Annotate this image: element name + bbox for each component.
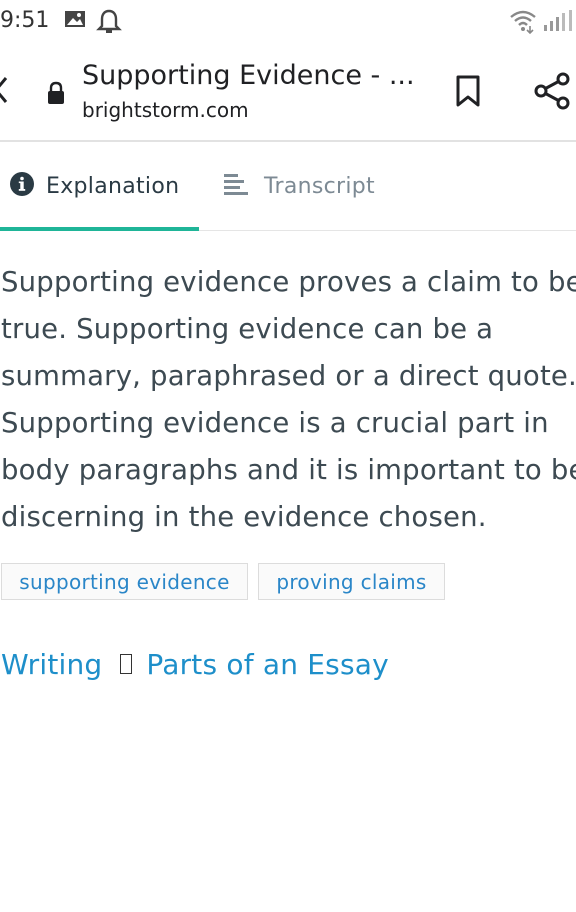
- explanation-text: Supporting evidence proves a claim to be…: [1, 259, 576, 541]
- text-line: Supporting evidence is a crucial part in: [1, 407, 549, 439]
- active-tab-indicator: [0, 227, 199, 231]
- tab-transcript[interactable]: Transcript: [210, 142, 410, 230]
- info-icon: [10, 172, 34, 200]
- share-icon[interactable]: [534, 72, 570, 114]
- signal-icon: [542, 8, 572, 36]
- text-line: Supporting evidence proves a claim to be: [1, 266, 576, 298]
- breadcrumb-parts-of-an-essay[interactable]: Parts of an Essay: [146, 648, 388, 681]
- tag-proving-claims[interactable]: proving claims: [258, 563, 445, 600]
- tab-explanation-label: Explanation: [46, 173, 180, 199]
- tab-explanation[interactable]: Explanation: [0, 142, 199, 231]
- breadcrumb-writing[interactable]: Writing: [1, 648, 102, 681]
- image-icon: [64, 8, 86, 34]
- status-bar: 9:51: [0, 0, 576, 44]
- page-domain[interactable]: brightstorm.com: [82, 98, 249, 122]
- bookmark-icon[interactable]: [455, 74, 481, 112]
- page-title[interactable]: Supporting Evidence - ...: [82, 60, 412, 91]
- tab-bar: Explanation Transcript: [0, 142, 576, 231]
- back-icon[interactable]: [0, 74, 8, 110]
- text-line: summary, paraphrased or a direct quote.: [1, 360, 576, 392]
- tag-supporting-evidence[interactable]: supporting evidence: [1, 563, 248, 600]
- tab-transcript-label: Transcript: [264, 173, 375, 199]
- chevron-right-icon: [120, 648, 133, 681]
- text-line: true. Supporting evidence can be a: [1, 313, 494, 345]
- status-time: 9:51: [0, 8, 50, 33]
- breadcrumb: Writing Parts of an Essay: [1, 648, 389, 681]
- browser-toolbar: Supporting Evidence - ... brightstorm.co…: [0, 44, 576, 142]
- text-line: body paragraphs and it is important to b…: [1, 454, 576, 486]
- bell-icon: [96, 8, 122, 40]
- lock-icon[interactable]: [46, 81, 66, 109]
- transcript-icon: [224, 173, 250, 199]
- wifi-icon: [508, 8, 538, 38]
- text-line: discerning in the evidence chosen.: [1, 501, 487, 533]
